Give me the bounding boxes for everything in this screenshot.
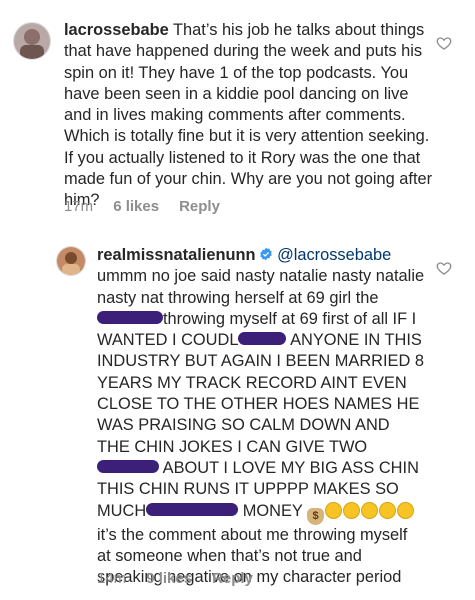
redaction-mark [238,332,287,346]
comment-username[interactable]: realmissnatalienunn [97,246,256,264]
comment-body: That’s his job he talks about things tha… [64,21,433,210]
avatar-image [57,247,85,275]
comment-text: realmissnatalienunn @lacrossebabe ummm n… [97,245,425,588]
laughing-emoji-icon [379,501,397,519]
laughing-emoji-icon [325,501,343,519]
comment-meta: 14m 9 likes Reply [97,570,253,587]
comment-username[interactable]: lacrossebabe [64,21,169,39]
heart-outline-icon[interactable] [436,35,452,51]
redaction-mark [97,310,163,324]
verified-badge-icon [259,247,272,261]
comment-time: 17m [64,198,94,215]
comment-text: lacrossebabe That’s his job he talks abo… [64,20,439,212]
redaction-mark [146,502,239,516]
comment-time: 14m [97,570,127,587]
heart-outline-icon[interactable] [436,260,452,276]
comment-body-part: ANYONE IN THIS INDUSTRY BUT AGAIN I BEEN… [97,331,424,456]
money-bag-emoji-icon: $ [307,507,325,525]
comment-likes[interactable]: 9 likes [146,570,192,587]
avatar-image [14,23,50,59]
comment-body-part: MONEY [238,501,303,520]
avatar[interactable] [56,246,86,276]
laughing-emoji-icon [361,501,379,519]
comment-body-part: ummm no joe said nasty natalie nasty nat… [97,267,425,307]
comment-mention[interactable]: @lacrossebabe [277,246,391,264]
reply-button[interactable]: Reply [212,570,253,587]
reply-button[interactable]: Reply [179,198,220,215]
comment-meta: 17m 6 likes Reply [64,198,220,215]
comment-likes[interactable]: 6 likes [113,198,159,215]
redaction-mark [97,459,159,473]
laughing-emoji-icon [343,501,361,519]
laughing-emoji-icon [397,501,415,519]
avatar[interactable] [13,22,51,60]
